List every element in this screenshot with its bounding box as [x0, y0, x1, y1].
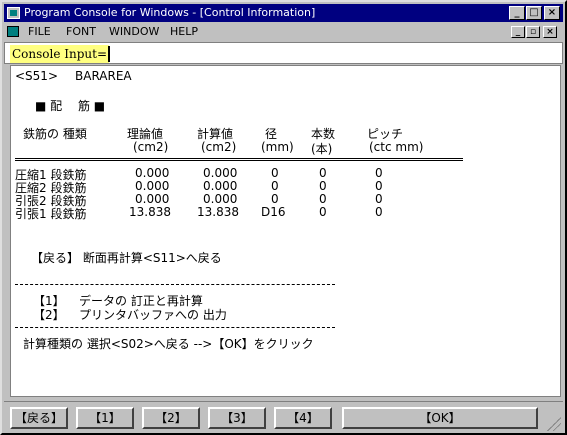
header-calc-unit: (cm2): [201, 140, 237, 154]
row-theory: 0.000: [135, 166, 170, 180]
row-calc: 0.000: [203, 179, 238, 193]
row-theory: 0.000: [135, 192, 170, 206]
row-count: 0: [319, 192, 327, 206]
row-theory: 0.000: [135, 179, 170, 193]
row-count: 0: [319, 205, 327, 219]
row-pitch: 0: [375, 192, 383, 206]
header-count-unit: (本): [311, 142, 333, 156]
option-key: 【2】: [33, 308, 65, 322]
function-key-bar: 【戻る】 【1】 【2】 【3】 【4】 【OK】: [4, 401, 563, 433]
menu-font[interactable]: FONT: [66, 23, 96, 41]
app-icon: [7, 7, 20, 19]
option-label: プリンタバッファへの 出力: [79, 308, 227, 322]
row-diameter: D16: [261, 205, 286, 219]
resize-grip-icon[interactable]: [547, 417, 561, 431]
row-pitch: 0: [375, 166, 383, 180]
ok-button[interactable]: 【OK】: [342, 407, 538, 429]
minimize-button[interactable]: _: [509, 6, 525, 20]
close-button[interactable]: ×: [544, 6, 560, 20]
header-type: 鉄筋の 種類: [23, 127, 87, 141]
row-count: 0: [319, 166, 327, 180]
mdi-close-button[interactable]: ×: [543, 26, 557, 38]
f3-button[interactable]: 【3】: [208, 407, 266, 429]
menu-window[interactable]: WINDOW: [109, 23, 159, 41]
console-input-label: Console Input=: [10, 45, 110, 63]
maximize-button[interactable]: □: [526, 6, 542, 20]
header-diameter-unit: (mm): [261, 140, 294, 154]
row-theory: 13.838: [129, 205, 171, 219]
row-diameter: 0: [271, 166, 279, 180]
menu-bar: FILE FONT WINDOW HELP _ ▫ ×: [4, 23, 563, 41]
row-count: 0: [319, 179, 327, 193]
screen-id: <S51>: [15, 69, 58, 83]
row-calc: 0.000: [203, 166, 238, 180]
mdi-minimize-button[interactable]: _: [511, 26, 525, 38]
header-pitch-unit: (ctc mm): [369, 140, 424, 154]
row-diameter: 0: [271, 192, 279, 206]
options-divider-top: [15, 284, 335, 285]
back-button[interactable]: 【戻る】: [10, 407, 68, 429]
mdi-restore-button[interactable]: ▫: [526, 26, 540, 38]
console-output: <S51> BARAREA ■ 配 筋 ■ 鉄筋の 種類 理論値 (cm2) 計…: [10, 65, 561, 397]
section-title: ■ 配 筋 ■: [35, 99, 106, 113]
footer-note: 計算種類の 選択<S02>へ戻る -->【OK】をクリック: [23, 337, 314, 351]
window-title: Program Console for Windows - [Control I…: [24, 6, 316, 19]
back-link[interactable]: 【戻る】 断面再計算<S11>へ戻る: [31, 249, 222, 266]
options-divider-bottom: [15, 327, 335, 328]
row-pitch: 0: [375, 179, 383, 193]
header-divider: [15, 158, 463, 161]
row-type: 引張1 段鉄筋: [15, 207, 87, 221]
f4-button[interactable]: 【4】: [274, 407, 332, 429]
f1-button[interactable]: 【1】: [76, 407, 134, 429]
document-icon[interactable]: [7, 26, 19, 37]
row-pitch: 0: [375, 205, 383, 219]
menu-file[interactable]: FILE: [28, 23, 51, 41]
app-window: Program Console for Windows - [Control I…: [0, 0, 567, 435]
row-calc: 0.000: [203, 192, 238, 206]
title-bar[interactable]: Program Console for Windows - [Control I…: [4, 4, 563, 22]
f2-button[interactable]: 【2】: [142, 407, 200, 429]
console-input-field[interactable]: [108, 46, 110, 62]
menu-help[interactable]: HELP: [170, 23, 198, 41]
header-theory-unit: (cm2): [133, 140, 169, 154]
row-diameter: 0: [271, 179, 279, 193]
row-calc: 13.838: [197, 205, 239, 219]
screen-name: BARAREA: [75, 69, 132, 83]
